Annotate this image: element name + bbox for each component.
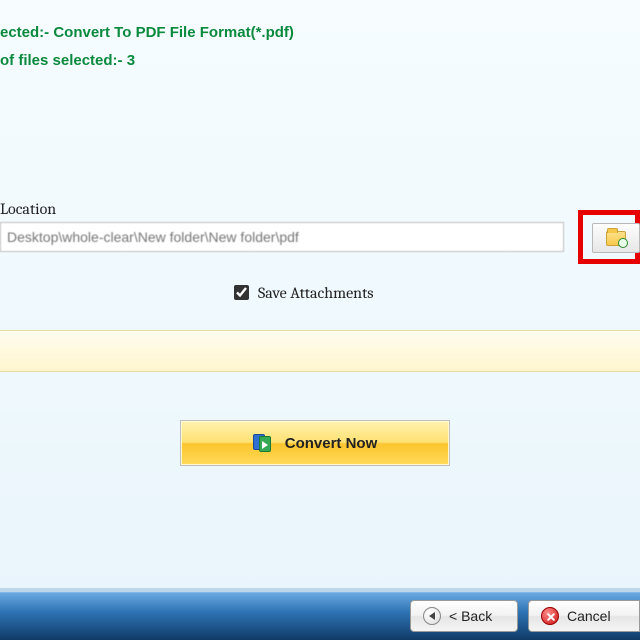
location-label: Location bbox=[0, 200, 56, 218]
location-row bbox=[0, 222, 640, 254]
convert-now-label: Convert Now bbox=[285, 435, 378, 452]
save-attachments-label: Save Attachments bbox=[258, 284, 374, 302]
wizard-footer: < Back Cancel bbox=[0, 592, 640, 640]
back-button[interactable]: < Back bbox=[410, 600, 518, 632]
cancel-button[interactable]: Cancel bbox=[528, 600, 640, 632]
location-input[interactable] bbox=[0, 222, 564, 252]
cancel-label: Cancel bbox=[567, 608, 611, 624]
divider-band bbox=[0, 330, 640, 372]
save-attachments-row[interactable]: Save Attachments bbox=[230, 282, 374, 303]
convert-icon bbox=[253, 432, 275, 454]
selected-count-text: of files selected:- 3 bbox=[0, 48, 135, 69]
arrow-left-icon bbox=[423, 607, 441, 625]
back-label: < Back bbox=[449, 608, 492, 624]
save-attachments-checkbox[interactable] bbox=[234, 285, 249, 300]
browse-button[interactable] bbox=[592, 223, 640, 253]
selected-format-text: ected:- Convert To PDF File Format(*.pdf… bbox=[0, 20, 294, 41]
convert-now-button[interactable]: Convert Now bbox=[180, 420, 450, 466]
folder-open-icon bbox=[606, 231, 626, 246]
close-icon bbox=[541, 607, 559, 625]
